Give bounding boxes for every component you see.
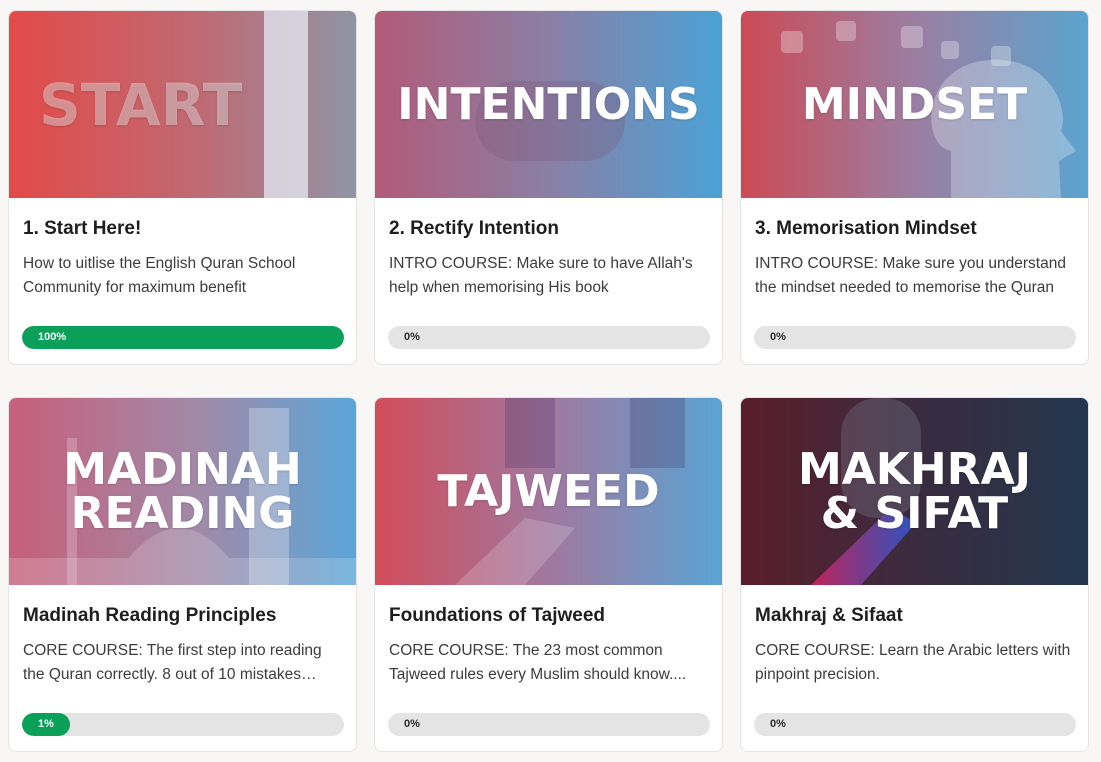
progress-bar: 0% <box>388 326 710 349</box>
progress-bar: 100% <box>22 326 344 349</box>
course-card-start-here[interactable]: START 1. Start Here! How to uitlise the … <box>8 10 357 365</box>
course-card-makhraj-sifaat[interactable]: MAKHRAJ & SIFAT Makhraj & Sifaat CORE CO… <box>740 397 1089 752</box>
progress-bar: 0% <box>754 326 1076 349</box>
course-cover-image[interactable]: MAKHRAJ & SIFAT <box>741 398 1088 585</box>
cover-title: START <box>39 70 243 139</box>
course-description: How to uitlise the English Quran School … <box>23 255 296 296</box>
progress-bar: 0% <box>754 713 1076 736</box>
progress-bar: 1% <box>22 713 344 736</box>
course-card-rectify-intention[interactable]: INTENTIONS 2. Rectify Intention INTRO CO… <box>374 10 723 365</box>
course-cover-image[interactable]: MINDSET <box>741 11 1088 198</box>
course-card-madinah-reading[interactable]: MADINAH READING Madinah Reading Principl… <box>8 397 357 752</box>
course-grid: START 1. Start Here! How to uitlise the … <box>8 10 1090 752</box>
course-description: CORE COURSE: The first step into reading… <box>23 642 322 683</box>
course-title[interactable]: Foundations of Tajweed <box>389 605 708 627</box>
progress-label: 0% <box>770 718 786 730</box>
progress-fill <box>22 326 344 349</box>
progress-label: 100% <box>38 331 67 343</box>
course-title[interactable]: Madinah Reading Principles <box>23 605 342 627</box>
course-description: INTRO COURSE: Make sure to have Allah's … <box>389 255 693 296</box>
course-cover-image[interactable]: START <box>9 11 356 198</box>
cover-title: MAKHRAJ & SIFAT <box>797 443 1032 539</box>
course-description: INTRO COURSE: Make sure you understand t… <box>755 255 1066 296</box>
course-title[interactable]: 2. Rectify Intention <box>389 218 708 240</box>
progress-label: 0% <box>404 718 420 730</box>
course-cover-image[interactable]: TAJWEED <box>375 398 722 585</box>
course-title[interactable]: 3. Memorisation Mindset <box>755 218 1074 240</box>
course-cover-image[interactable]: MADINAH READING <box>9 398 356 585</box>
course-card-memorisation-mindset[interactable]: MINDSET 3. Memorisation Mindset INTRO CO… <box>740 10 1089 365</box>
cover-title: MINDSET <box>801 78 1028 130</box>
progress-label: 1% <box>38 718 54 730</box>
cover-title: TAJWEED <box>437 465 660 517</box>
course-cover-image[interactable]: INTENTIONS <box>375 11 722 198</box>
course-title[interactable]: 1. Start Here! <box>23 218 342 240</box>
cover-title: INTENTIONS <box>397 78 700 130</box>
course-title[interactable]: Makhraj & Sifaat <box>755 605 1074 627</box>
course-card-foundations-of-tajweed[interactable]: TAJWEED Foundations of Tajweed CORE COUR… <box>374 397 723 752</box>
cover-title: MADINAH READING <box>63 443 302 539</box>
progress-label: 0% <box>770 331 786 343</box>
course-description: CORE COURSE: Learn the Arabic letters wi… <box>755 642 1071 683</box>
progress-bar: 0% <box>388 713 710 736</box>
progress-label: 0% <box>404 331 420 343</box>
course-description: CORE COURSE: The 23 most common Tajweed … <box>389 642 687 683</box>
